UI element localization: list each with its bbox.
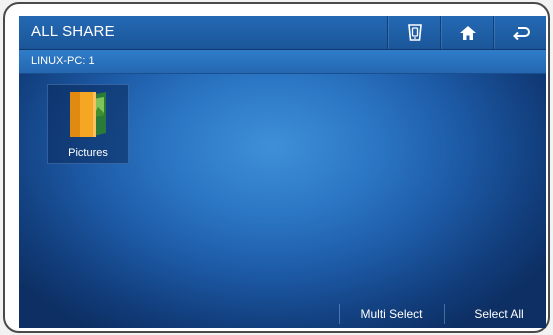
device-label: LINUX-PC: 1 <box>31 55 95 67</box>
device-bar: LINUX-PC: 1 <box>19 50 546 74</box>
phone-share-icon <box>407 23 423 42</box>
folder-label: Pictures <box>68 147 108 159</box>
back-icon <box>512 26 530 40</box>
app-title: ALL SHARE <box>31 23 115 40</box>
folder-item-pictures[interactable]: Pictures <box>47 84 129 164</box>
bottom-bar: Multi Select Select All <box>19 300 546 328</box>
home-button[interactable] <box>440 16 494 49</box>
app-screen: ALL SHARE LINUX-PC: 1 Pictures Multi Sel… <box>19 16 546 328</box>
phone-share-button[interactable] <box>387 16 441 49</box>
select-all-button[interactable]: Select All <box>454 300 544 328</box>
multi-select-button[interactable]: Multi Select <box>349 300 434 328</box>
divider <box>444 304 445 324</box>
home-icon <box>459 25 477 41</box>
title-bar: ALL SHARE <box>19 16 546 50</box>
pictures-folder-icon <box>60 89 116 146</box>
device-frame: ALL SHARE LINUX-PC: 1 Pictures Multi Sel… <box>3 2 550 333</box>
divider <box>339 304 340 324</box>
back-button[interactable] <box>493 16 546 49</box>
